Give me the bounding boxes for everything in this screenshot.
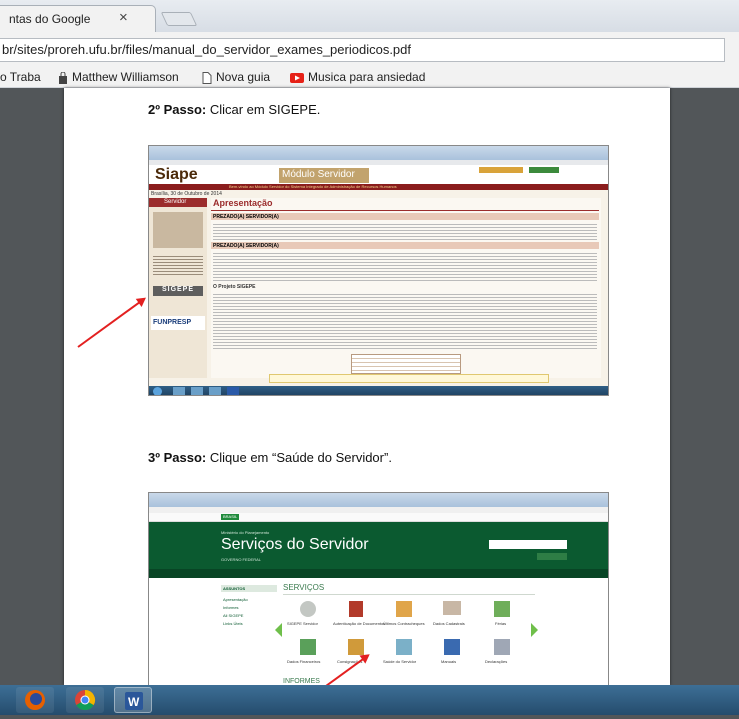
left-menu: ASSUNTOS Apresentação Informes Ali SIGEP… — [221, 585, 277, 655]
browser-tab[interactable]: ntas do Google × — [0, 5, 156, 32]
address-bar[interactable]: br/sites/proreh.ufu.br/files/manual_do_s… — [0, 38, 725, 62]
embedded-taskbar — [149, 386, 608, 395]
bag-icon — [59, 71, 67, 84]
word-icon: W — [125, 692, 143, 710]
bookmark-item[interactable]: Musica para ansiedad — [290, 70, 425, 84]
scrollbar[interactable] — [730, 88, 739, 685]
bookmark-label: Matthew Williamson — [72, 70, 179, 84]
main-title: Apresentação — [213, 198, 273, 208]
menu-item[interactable]: Links Úteis — [223, 621, 243, 626]
step-3-text: Clique em “Saúde do Servidor”. — [206, 450, 392, 465]
pdf-viewer: 2º Passo: Clicar em SIGEPE. Siape Módulo… — [0, 88, 739, 685]
taskbar-chrome[interactable] — [66, 687, 104, 713]
declaration-icon — [494, 639, 510, 655]
firefox-icon — [25, 690, 45, 710]
siape-screenshot: Siape Módulo Servidor Bem-vindo ao Módul… — [148, 145, 609, 396]
menu-item[interactable]: Ali SIGEPE — [223, 613, 243, 618]
bookmark-label: o Traba — [0, 70, 41, 84]
chrome-icon — [75, 689, 96, 711]
search-input[interactable] — [489, 540, 567, 549]
taskbar-firefox[interactable] — [16, 687, 54, 713]
page-icon — [202, 71, 212, 84]
service-item[interactable]: Últimos Contracheques — [383, 601, 425, 629]
service-item[interactable]: Declarações — [485, 639, 517, 667]
keys-icon — [300, 601, 316, 617]
next-arrow-icon[interactable] — [531, 623, 538, 637]
step-2-heading: 2º Passo: Clicar em SIGEPE. — [148, 102, 320, 117]
informes-heading: INFORMES — [283, 678, 320, 685]
beach-icon — [494, 601, 510, 617]
bookmark-item[interactable]: o Traba — [0, 70, 41, 84]
red-arrow — [77, 297, 145, 348]
id-card-icon — [443, 601, 461, 615]
service-item[interactable]: Manuais — [437, 639, 467, 667]
bookmarks-bar: o Traba Matthew Williamson Nova guia Mus… — [0, 66, 739, 88]
svg-text:W: W — [128, 695, 140, 709]
servicos-title: Serviços do Servidor — [221, 536, 369, 553]
stethoscope-icon — [396, 639, 412, 655]
step-3-label: 3º Passo: — [148, 450, 207, 465]
new-tab-button[interactable] — [160, 12, 198, 26]
embedded-browser-bar — [149, 146, 608, 160]
siape-header: Siape Módulo Servidor — [149, 165, 608, 184]
sidebar-title: Servidor — [149, 198, 207, 207]
menu-item[interactable]: Informes — [223, 605, 239, 610]
browser-toolbar: br/sites/proreh.ufu.br/files/manual_do_s… — [0, 32, 739, 66]
tab-strip: ntas do Google × — [0, 0, 739, 32]
close-tab-icon[interactable]: × — [119, 9, 128, 26]
funpresp-logo[interactable]: FUNPRESP — [151, 316, 205, 330]
tab-title: ntas do Google — [9, 12, 91, 26]
money-icon — [300, 639, 316, 655]
books-icon — [444, 639, 460, 655]
step-2-text: Clicar em SIGEPE. — [206, 102, 321, 117]
siape-banner: Bem-vindo ao Módulo Servidor do Sistema … — [149, 184, 608, 190]
bookmark-item[interactable]: Nova guia — [202, 70, 270, 84]
service-item[interactable]: Dados Cadastrais — [433, 601, 467, 629]
service-item[interactable]: Dados Financeiros — [287, 639, 323, 667]
step-2-label: 2º Passo: — [148, 102, 207, 117]
document-icon — [349, 601, 363, 617]
step-3-heading: 3º Passo: Clique em “Saúde do Servidor”. — [148, 450, 392, 465]
services-panel: SERVIÇOS SIGEPE Servidor Autenticação de… — [275, 583, 538, 685]
service-item[interactable]: Férias — [487, 601, 517, 629]
module-title: Módulo Servidor — [282, 169, 355, 180]
youtube-icon — [290, 72, 304, 83]
siape-logo: Siape — [155, 166, 198, 183]
bookmark-item[interactable]: Matthew Williamson — [58, 70, 179, 84]
prev-arrow-icon[interactable] — [275, 623, 282, 637]
sigepe-link[interactable]: SIGEPE — [153, 286, 203, 296]
service-item[interactable]: SIGEPE Servidor — [287, 601, 323, 629]
service-item[interactable]: Saúde do Servidor — [383, 639, 419, 667]
folder-icon — [396, 601, 412, 617]
siape-sidebar: Servidor SIGEPE FUNPRESP — [149, 198, 207, 378]
pdf-page: 2º Passo: Clicar em SIGEPE. Siape Módulo… — [64, 88, 670, 685]
bookmark-label: Nova guia — [216, 70, 271, 84]
bookmark-label: Musica para ansiedad — [308, 70, 426, 84]
notification-bar — [269, 374, 549, 383]
taskbar-word[interactable]: W — [114, 687, 152, 713]
service-item[interactable]: Autenticação de Documentos — [333, 601, 385, 629]
services-heading: SERVIÇOS — [283, 583, 325, 592]
windows-taskbar: W — [0, 685, 739, 715]
servicos-screenshot: BRASIL Ministério do Planejamento Serviç… — [148, 492, 609, 685]
servicos-header: Ministério do Planejamento Serviços do S… — [149, 522, 608, 578]
embedded-browser-bar — [149, 493, 608, 507]
menu-item[interactable]: Apresentação — [223, 597, 248, 602]
siape-main: Apresentação PREZADO(A) SERVIDOR(A) PREZ… — [211, 198, 601, 378]
